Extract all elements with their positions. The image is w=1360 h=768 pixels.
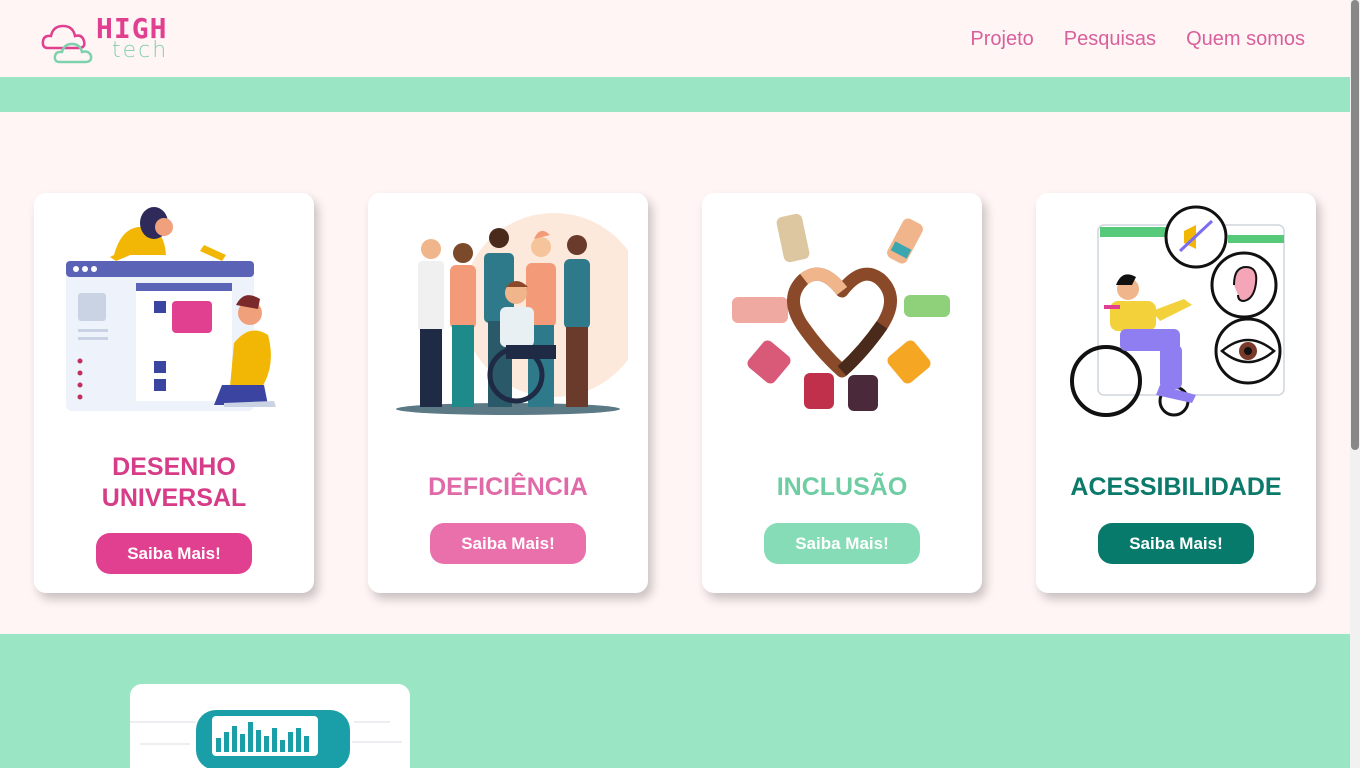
main-nav: Projeto Pesquisas Quem somos — [970, 28, 1305, 51]
nav-link-projeto[interactable]: Projeto — [970, 28, 1033, 51]
nav-link-quem-somos[interactable]: Quem somos — [1186, 28, 1305, 51]
heart-hands-illustration — [732, 213, 950, 411]
card-title: ACESSIBILIDADE — [1070, 473, 1282, 501]
nav-link-pesquisas[interactable]: Pesquisas — [1064, 28, 1156, 51]
saiba-mais-button[interactable]: Saiba Mais! — [764, 523, 920, 564]
card-inclusao: INCLUSÃO Saiba Mais! — [702, 193, 982, 593]
cloud-icon — [41, 24, 93, 64]
saiba-mais-button[interactable]: Saiba Mais! — [96, 533, 252, 574]
page-scrollbar[interactable] — [1350, 0, 1360, 768]
card-title: DESENHO UNIVERSAL — [34, 452, 314, 514]
card-acessibilidade: ACESSIBILIDADE Saiba Mais! — [1036, 193, 1316, 593]
card-partial-bottom — [130, 684, 410, 768]
diversity-group-illustration — [396, 213, 628, 415]
card-deficiencia: DEFICIÊNCIA Saiba Mais! — [368, 193, 648, 593]
card-desenho-universal: DESENHO UNIVERSAL Saiba Mais! — [34, 193, 314, 593]
card-title: DEFICIÊNCIA — [428, 473, 588, 501]
mint-divider-top — [0, 77, 1350, 112]
saiba-mais-button[interactable]: Saiba Mais! — [1098, 523, 1254, 564]
logo-tech-text: tech — [112, 38, 169, 63]
analytics-illustration — [130, 710, 402, 768]
card-title-line2: UNIVERSAL — [101, 484, 247, 512]
accessibility-illustration — [1070, 205, 1285, 417]
card-title-line1: DESENHO — [112, 453, 236, 481]
brand-logo[interactable]: HIGH tech — [40, 10, 180, 66]
saiba-mais-button[interactable]: Saiba Mais! — [430, 523, 586, 564]
universal-design-illustration — [66, 207, 276, 411]
site-header: HIGH tech Projeto Pesquisas Quem somos — [0, 0, 1350, 77]
card-title: INCLUSÃO — [776, 473, 908, 501]
scrollbar-thumb[interactable] — [1351, 0, 1359, 450]
